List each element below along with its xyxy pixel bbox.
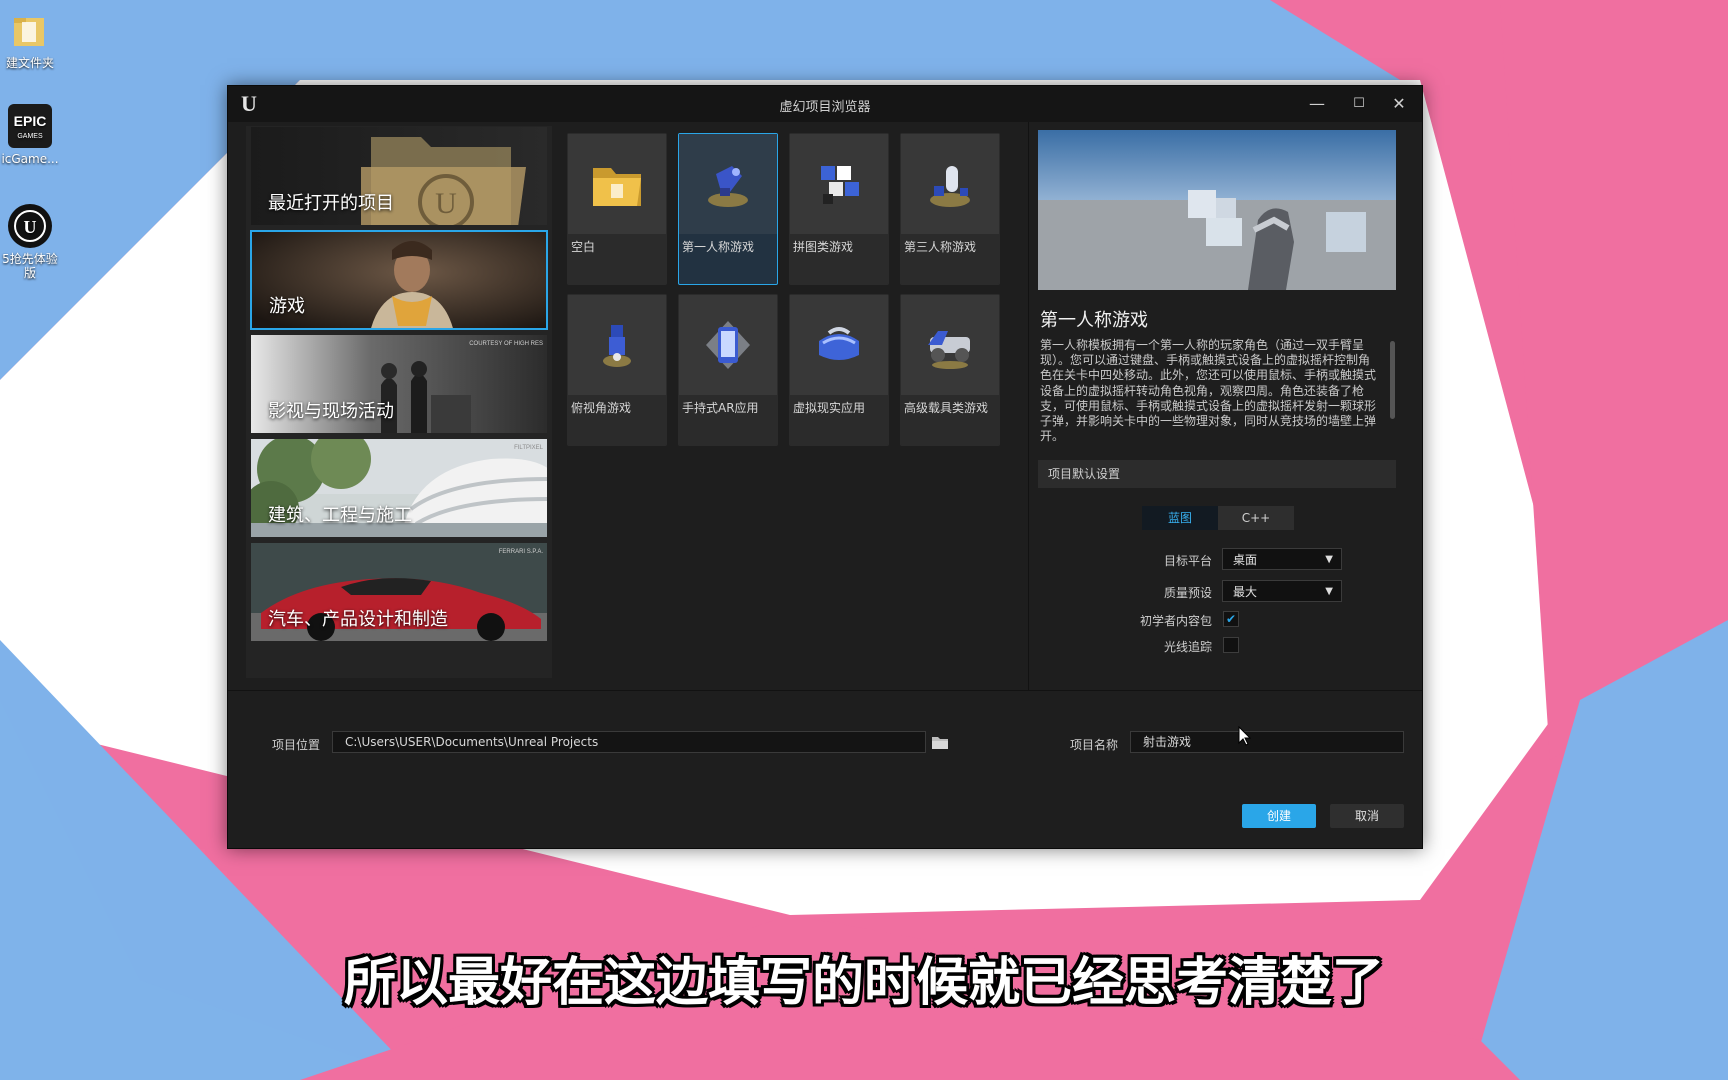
- architecture-watermark: FILTPIXEL: [514, 445, 544, 451]
- minimize-button[interactable]: —: [1300, 92, 1334, 116]
- cpp-toggle[interactable]: C++: [1218, 506, 1294, 530]
- starter-content-checkbox[interactable]: ✔: [1223, 611, 1239, 627]
- first-person-icon: [679, 134, 777, 234]
- quality-preset-value: 最大: [1233, 585, 1258, 599]
- blank-folder-icon: [568, 134, 666, 234]
- template-preview-image: [1038, 130, 1396, 290]
- mouse-cursor-icon: [1238, 726, 1252, 746]
- template-label: 第一人称游戏: [682, 240, 755, 254]
- browse-folder-icon[interactable]: [931, 734, 949, 750]
- raytracing-label: 光线追踪: [1163, 640, 1212, 654]
- svg-text:U: U: [435, 187, 457, 220]
- svg-text:U: U: [24, 217, 37, 237]
- raytracing-checkbox[interactable]: [1223, 637, 1239, 653]
- maximize-button[interactable]: ☐: [1342, 92, 1376, 116]
- template-top-down[interactable]: 俯视角游戏: [567, 294, 667, 446]
- window-title: 虚幻项目浏览器: [779, 100, 871, 115]
- description-scrollbar[interactable]: [1390, 341, 1395, 419]
- project-location-label: 项目位置: [272, 738, 321, 752]
- template-label: 俯视角游戏: [571, 401, 632, 415]
- template-blank[interactable]: 空白: [567, 133, 667, 285]
- category-label: 最近打开的项目: [268, 193, 394, 214]
- template-vehicle[interactable]: 高级载具类游戏: [900, 294, 1000, 446]
- template-label: 第三人称游戏: [904, 240, 977, 254]
- desktop-icon-label: 5抢先体验 版: [2, 252, 58, 280]
- target-platform-dropdown[interactable]: 桌面 ▼: [1222, 548, 1342, 570]
- template-label: 高级载具类游戏: [904, 401, 989, 415]
- category-recent-projects[interactable]: U 最近打开的项目: [250, 126, 548, 226]
- category-architecture[interactable]: FILTPIXEL 建筑、工程与施工: [250, 438, 548, 538]
- checkmark-icon: ✔: [1225, 612, 1237, 626]
- svg-text:EPIC: EPIC: [14, 113, 47, 129]
- svg-text:GAMES: GAMES: [17, 133, 43, 140]
- desktop-icon-label: 建文件夹: [5, 56, 54, 70]
- template-third-person[interactable]: 第三人称游戏: [900, 133, 1000, 285]
- category-label: 汽车、产品设计和制造: [268, 609, 448, 630]
- category-automotive[interactable]: FERRARI S.P.A. 汽车、产品设计和制造: [250, 542, 548, 642]
- template-label: 拼图类游戏: [793, 240, 854, 254]
- category-panel: U 最近打开的项目 游戏 COURTESY OF HIGH RES 影视与现场活…: [246, 126, 552, 678]
- puzzle-icon: [790, 134, 888, 234]
- top-down-icon: [568, 295, 666, 395]
- video-subtitle: 所以最好在这边填写的时候就已经思考清楚了: [343, 953, 1384, 1013]
- quality-preset-dropdown[interactable]: 最大 ▼: [1222, 580, 1342, 602]
- chevron-down-icon: ▼: [1325, 554, 1333, 565]
- category-label: 游戏: [269, 296, 305, 317]
- template-vr[interactable]: 虚拟现实应用: [789, 294, 889, 446]
- category-label: 影视与现场活动: [268, 401, 394, 422]
- template-description: 第一人称模板拥有一个第一人称的玩家角色（通过一双手臂呈现）。您可以通过键盘、手柄…: [1040, 338, 1377, 444]
- template-title: 第一人称游戏: [1040, 310, 1148, 331]
- vehicle-icon: [901, 295, 999, 395]
- template-label: 空白: [571, 240, 596, 254]
- template-first-person[interactable]: 第一人称游戏: [678, 133, 778, 285]
- vr-headset-icon: [790, 295, 888, 395]
- desktop-icon-epic-games[interactable]: EPIC GAMES icGame...: [0, 104, 60, 166]
- film-watermark: COURTESY OF HIGH RES: [469, 341, 543, 347]
- category-games[interactable]: 游戏: [250, 230, 548, 330]
- project-location-input[interactable]: C:\Users\USER\Documents\Unreal Projects: [332, 731, 926, 753]
- automotive-watermark: FERRARI S.P.A.: [499, 549, 544, 555]
- project-defaults-header[interactable]: 项目默认设置: [1038, 460, 1396, 488]
- project-name-input[interactable]: 射击游戏: [1130, 731, 1404, 753]
- template-puzzle[interactable]: 拼图类游戏: [789, 133, 889, 285]
- target-platform-label: 目标平台: [1163, 554, 1212, 568]
- folder-icon: [8, 8, 52, 52]
- cancel-button[interactable]: 取消: [1330, 804, 1404, 828]
- template-handheld-ar[interactable]: 手持式AR应用: [678, 294, 778, 446]
- unreal-icon: U: [8, 204, 52, 248]
- project-name-label: 项目名称: [1070, 738, 1119, 752]
- footer-divider: [228, 690, 1422, 691]
- target-platform-value: 桌面: [1233, 553, 1258, 567]
- template-label: 虚拟现实应用: [793, 401, 866, 415]
- desktop-icon-label: icGame...: [1, 152, 59, 166]
- vertical-divider: [1028, 122, 1029, 690]
- blueprint-toggle[interactable]: 蓝图: [1142, 506, 1218, 530]
- quality-preset-label: 质量预设: [1163, 586, 1212, 600]
- category-label: 建筑、工程与施工: [268, 505, 412, 526]
- handheld-ar-icon: [679, 295, 777, 395]
- desktop-icon-unreal[interactable]: U 5抢先体验 版: [0, 204, 60, 280]
- titlebar[interactable]: U 虚幻项目浏览器 — ☐ ✕: [228, 86, 1422, 122]
- starter-content-label: 初学者内容包: [1139, 614, 1212, 628]
- third-person-icon: [901, 134, 999, 234]
- category-film-live-events[interactable]: COURTESY OF HIGH RES 影视与现场活动: [250, 334, 548, 434]
- template-label: 手持式AR应用: [682, 401, 759, 415]
- create-button[interactable]: 创建: [1242, 804, 1316, 828]
- chevron-down-icon: ▼: [1325, 586, 1333, 597]
- epic-games-icon: EPIC GAMES: [8, 104, 52, 148]
- desktop-icon-new-folder[interactable]: 建文件夹: [0, 8, 60, 70]
- close-button[interactable]: ✕: [1382, 92, 1416, 116]
